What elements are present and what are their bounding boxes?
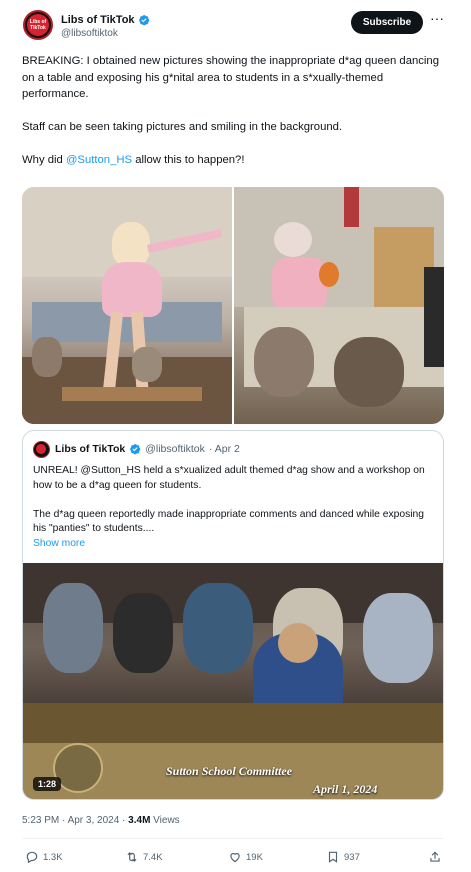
more-options-icon[interactable]: ···: [430, 11, 446, 26]
quoted-paragraph: UNREAL! @Sutton_HS held a s*xualized adu…: [33, 465, 425, 491]
tweet-text-fragment: Why did: [22, 154, 66, 166]
avatar-logo-text: Libs of TikTok: [29, 19, 47, 31]
video-duration-badge: 1:28: [33, 777, 62, 791]
verified-badge-icon: [138, 15, 149, 26]
share-icon: [430, 851, 440, 862]
bookmark-button[interactable]: 937: [326, 850, 360, 864]
quoted-author-handle[interactable]: @libsoftiktok: [145, 443, 205, 455]
quoted-video[interactable]: Sutton School Committee April 1, 2024 1:…: [23, 563, 443, 799]
show-more-link[interactable]: Show more: [33, 538, 85, 549]
post-meta: 5:23 PM · Apr 3, 2024 · 3.4M Views: [22, 815, 180, 826]
repost-button[interactable]: 7.4K: [125, 850, 163, 864]
quoted-paragraph: The d*ag queen reportedly made inappropr…: [33, 508, 424, 535]
tweet-paragraph: BREAKING: I obtained new pictures showin…: [22, 55, 439, 100]
quoted-tweet-text: UNREAL! @Sutton_HS held a s*xualized adu…: [33, 464, 433, 551]
quoted-author-avatar[interactable]: [33, 441, 50, 458]
reply-count: 1.3K: [43, 851, 63, 863]
bookmark-count: 937: [344, 851, 360, 863]
subscribe-button[interactable]: Subscribe: [351, 11, 423, 34]
tweet-post: Libs of TikTok Libs of TikTok @libsoftik…: [0, 0, 471, 872]
divider: [22, 838, 444, 839]
author-name-row[interactable]: Libs of TikTok: [61, 14, 150, 26]
author-handle[interactable]: @libsoftiktok: [61, 28, 118, 39]
quoted-tweet-header: Libs of TikTok @libsoftiktok · Apr 2: [55, 443, 240, 455]
media-grid: [22, 187, 444, 424]
author-avatar[interactable]: Libs of TikTok: [23, 10, 53, 40]
repost-count: 7.4K: [143, 851, 163, 863]
like-button[interactable]: 19K: [228, 850, 263, 864]
verified-badge-icon: [130, 444, 141, 455]
avatar-logo: Libs of TikTok: [27, 14, 49, 36]
tweet-photo-2[interactable]: [234, 187, 444, 424]
heart-icon: [230, 853, 240, 863]
mention-link[interactable]: @Sutton_HS: [66, 154, 132, 166]
tweet-text: BREAKING: I obtained new pictures showin…: [22, 53, 442, 185]
bookmark-icon: [328, 851, 338, 863]
views-label: Views: [150, 815, 180, 826]
share-button[interactable]: [428, 850, 442, 864]
author-name[interactable]: Libs of TikTok: [61, 14, 135, 26]
quoted-author-name[interactable]: Libs of TikTok: [55, 443, 125, 455]
views-count: 3.4M: [128, 815, 151, 826]
reply-button[interactable]: 1.3K: [25, 850, 63, 864]
quoted-tweet[interactable]: Libs of TikTok @libsoftiktok · Apr 2 UNR…: [22, 430, 444, 800]
tweet-paragraph: Why did @Sutton_HS allow this to happen?…: [22, 152, 442, 169]
tweet-photo-1[interactable]: [22, 187, 232, 424]
video-date-caption: April 1, 2024: [313, 782, 378, 796]
tweet-paragraph: Staff can be seen taking pictures and sm…: [22, 121, 343, 133]
quoted-tweet-date[interactable]: · Apr 2: [209, 443, 240, 455]
repost-icon: [127, 852, 137, 862]
reply-icon: [26, 851, 38, 864]
post-timestamp[interactable]: 5:23 PM · Apr 3, 2024 ·: [22, 815, 128, 826]
tweet-text-fragment: allow this to happen?!: [132, 154, 245, 166]
like-count: 19K: [246, 851, 263, 863]
video-caption: Sutton School Committee: [166, 764, 293, 778]
